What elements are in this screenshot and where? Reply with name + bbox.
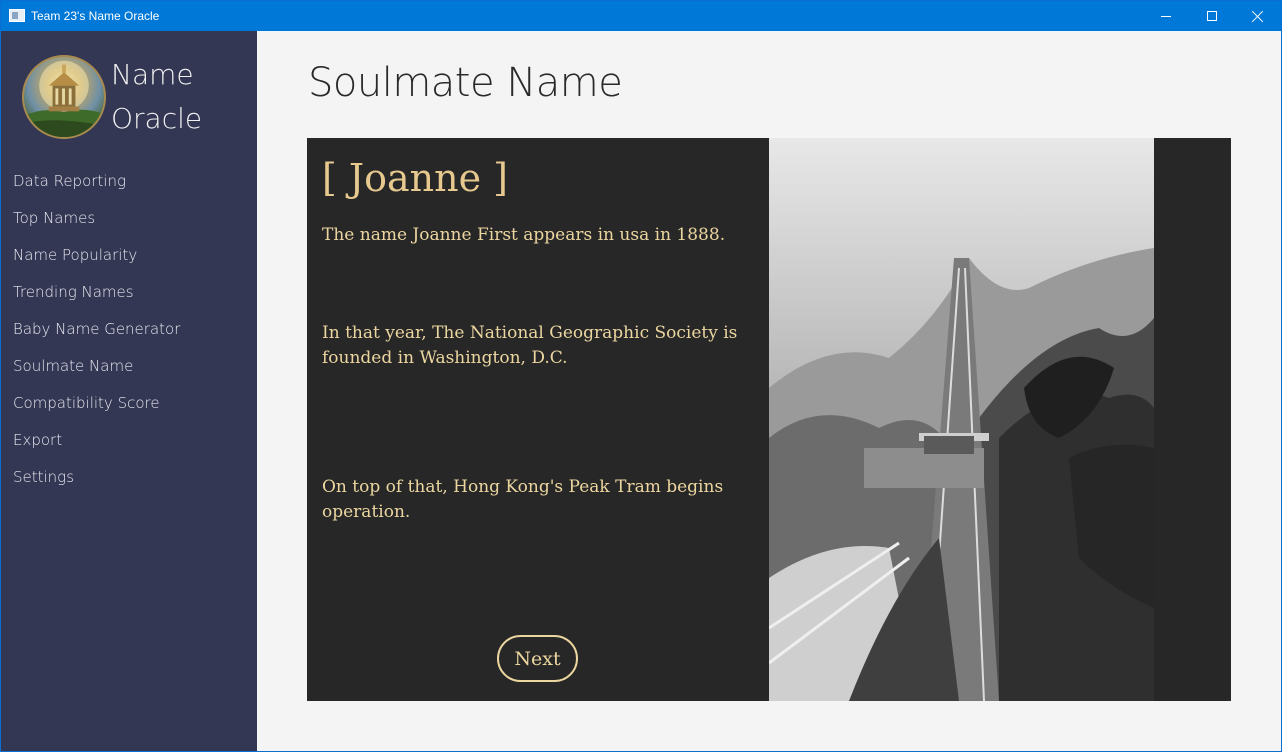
sidebar-item-compatibility-score[interactable]: Compatibility Score: [1, 384, 257, 421]
sidebar-item-top-names[interactable]: Top Names: [1, 199, 257, 236]
sidebar-item-settings[interactable]: Settings: [1, 458, 257, 495]
window-title: Team 23's Name Oracle: [31, 9, 160, 23]
fact-historical-event: In that year, The National Geographic So…: [322, 323, 738, 368]
title-bar[interactable]: Team 23's Name Oracle: [1, 1, 1281, 31]
app-window-icon: [9, 9, 25, 22]
soulmate-name-heading: [ Joanne ]: [322, 156, 509, 200]
sidebar-nav: Data Reporting Top Names Name Popularity…: [1, 162, 257, 495]
maximize-icon: [1207, 11, 1217, 21]
next-button[interactable]: Next: [497, 635, 578, 682]
close-icon: [1252, 10, 1264, 22]
sidebar-item-trending-names[interactable]: Trending Names: [1, 273, 257, 310]
close-button[interactable]: [1235, 1, 1281, 31]
peak-tram-photo: [769, 138, 1154, 701]
historical-photo: [769, 138, 1154, 701]
sidebar: Name Oracle Data Reporting Top Names Nam…: [1, 31, 257, 751]
maximize-button[interactable]: [1189, 1, 1235, 31]
sidebar-item-baby-name-generator[interactable]: Baby Name Generator: [1, 310, 257, 347]
brand-line-1: Name: [111, 58, 194, 91]
minimize-icon: [1161, 15, 1171, 17]
oracle-logo-image: [24, 60, 104, 137]
sidebar-item-name-popularity[interactable]: Name Popularity: [1, 236, 257, 273]
sidebar-item-export[interactable]: Export: [1, 421, 257, 458]
sidebar-item-data-reporting[interactable]: Data Reporting: [1, 162, 257, 199]
app-window: Team 23's Name Oracle Name Oracle Data R…: [0, 0, 1282, 752]
brand-title: Name Oracle: [111, 53, 251, 141]
minimize-button[interactable]: [1143, 1, 1189, 31]
fact-additional-event: On top of that, Hong Kong's Peak Tram be…: [322, 477, 724, 522]
brand-line-2: Oracle: [111, 102, 203, 135]
page-title: Soulmate Name: [308, 60, 623, 106]
soulmate-card: [ Joanne ] The name Joanne First appears…: [307, 138, 1231, 701]
oracle-logo: [22, 55, 106, 139]
sidebar-item-soulmate-name[interactable]: Soulmate Name: [1, 347, 257, 384]
fact-first-appearance: The name Joanne First appears in usa in …: [322, 225, 726, 245]
